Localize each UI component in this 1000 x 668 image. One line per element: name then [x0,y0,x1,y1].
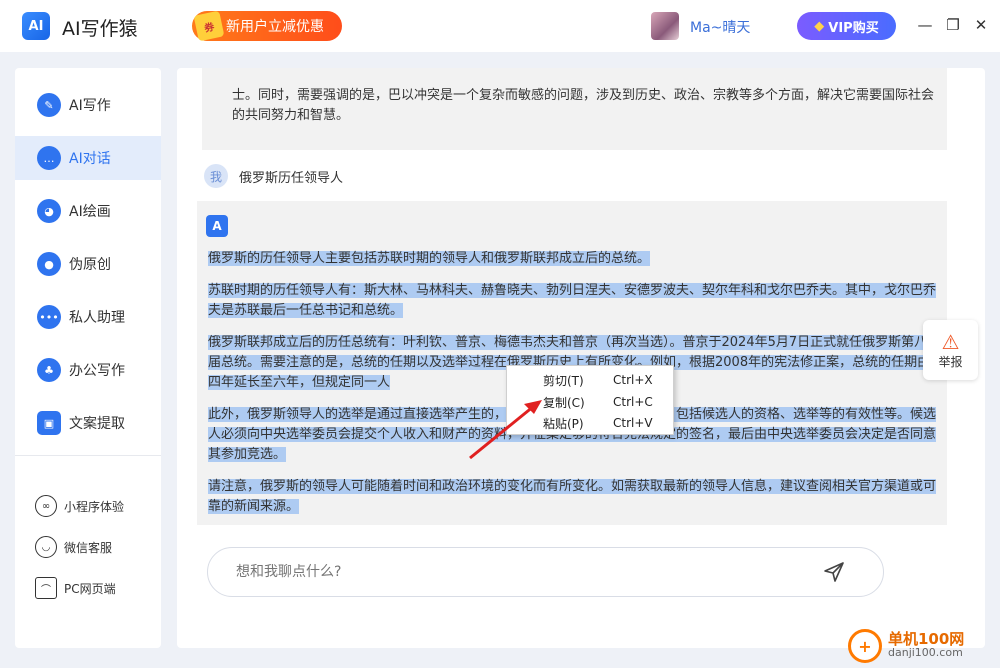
menu-item-shortcut: Ctrl+V [613,416,653,430]
app-title: AI写作猿 [62,18,138,40]
office-icon: ♣ [37,358,61,382]
menu-item-cut[interactable]: 剪切(T) Ctrl+X [507,369,673,391]
minimize-icon[interactable]: — [916,16,934,34]
menu-item-shortcut: Ctrl+C [613,395,653,409]
miniprogram-link[interactable]: ∞ 小程序体验 [35,493,124,519]
ai-avatar-icon: A [206,215,228,237]
bottom-label: 小程序体验 [64,499,125,514]
user-avatar[interactable] [651,12,679,40]
sidebar-item-label: AI绘画 [69,204,111,220]
sidebar-item-label: 办公写作 [69,363,125,379]
watermark-title: 单机100网 [888,630,965,648]
sidebar-item-ai-paint[interactable]: ◕ AI绘画 [15,189,161,233]
sidebar-divider [15,455,161,456]
sidebar-item-ai-chat[interactable]: … AI对话 [15,136,161,180]
assistant-icon: ••• [37,305,61,329]
wechat-service-icon: ◡ [35,536,57,558]
send-icon[interactable] [822,560,846,584]
promo-button[interactable]: 券 新用户立减优惠 [192,10,342,42]
user-message-avatar: 我 [204,164,228,188]
answer-paragraph: 请注意，俄罗斯的领导人可能随着时间和政治环境的变化而有所变化。如需获取最新的领导… [208,479,937,514]
sidebar-item-extract[interactable]: ▣ 文案提取 [15,401,161,445]
palette-icon: ◕ [37,199,61,223]
wechat-service-link[interactable]: ◡ 微信客服 [35,534,112,560]
report-button[interactable]: ⚠ 举报 [923,320,978,380]
answer-paragraph: 俄罗斯的历任领导人主要包括苏联时期的领导人和俄罗斯联邦成立后的总统。 [208,251,651,266]
bottom-label: PC网页端 [64,581,116,596]
chat-input[interactable] [207,547,884,597]
watermark-url: danji100.com [888,646,963,659]
user-message: 俄罗斯历任领导人 [239,170,344,186]
watermark-logo-icon: + [848,629,882,663]
miniprogram-icon: ∞ [35,495,57,517]
previous-answer-text: 士。同时，需要强调的是，巴以冲突是一个复杂而敏感的问题，涉及到历史、政治、宗教等… [232,88,935,123]
sidebar-item-label: 伪原创 [69,257,111,273]
ai-answer: A 俄罗斯的历任领导人主要包括苏联时期的领导人和俄罗斯联邦成立后的总统。 苏联时… [197,201,947,525]
coupon-icon: 券 [193,10,225,42]
previous-answer: 士。同时，需要强调的是，巴以冲突是一个复杂而敏感的问题，涉及到历史、政治、宗教等… [202,68,947,150]
sidebar-item-rewrite[interactable]: ● 伪原创 [15,242,161,286]
sidebar-item-ai-write[interactable]: ✎ AI写作 [15,83,161,127]
sidebar-item-assistant[interactable]: ••• 私人助理 [15,295,161,339]
title-bar: AI AI写作猿 券 新用户立减优惠 Ma~晴天 ◆ VIP购买 — ❐ ✕ [0,0,1000,52]
answer-paragraph: 苏联时期的历任领导人有：斯大林、马林科夫、赫鲁晓夫、勃列日涅夫、安德罗波夫、契尔… [208,283,937,318]
bottom-label: 微信客服 [64,540,113,555]
pen-icon: ✎ [37,93,61,117]
alarm-icon: ⚠ [941,329,960,354]
promo-label: 新用户立减优惠 [226,19,324,35]
menu-item-label: 剪切(T) [543,373,584,388]
app-logo-icon: AI [22,12,50,40]
report-label: 举报 [938,354,963,369]
extract-icon: ▣ [37,411,61,435]
maximize-icon[interactable]: ❐ [944,16,962,34]
watermark: + 单机100网 danji100.com [848,628,964,664]
pc-web-icon: ⌒ [35,577,57,599]
sidebar-item-label: AI写作 [69,98,111,114]
close-icon[interactable]: ✕ [972,16,990,34]
diamond-icon: ◆ [814,18,825,34]
sidebar: ✎ AI写作 … AI对话 ◕ AI绘画 ● 伪原创 ••• 私人助理 ♣ 办公… [15,68,161,648]
sidebar-item-label: 私人助理 [69,310,125,326]
vip-label: VIP购买 [828,20,879,36]
menu-item-shortcut: Ctrl+X [613,373,653,387]
chat-icon: … [37,146,61,170]
pc-web-link[interactable]: ⌒ PC网页端 [35,575,116,601]
sidebar-item-label: 文案提取 [69,416,125,432]
username[interactable]: Ma~晴天 [690,17,750,37]
user-message-row: 我 俄罗斯历任领导人 [204,164,343,188]
annotation-arrow-icon [469,400,542,460]
sidebar-item-office[interactable]: ♣ 办公写作 [15,348,161,392]
bulb-icon: ● [37,252,61,276]
sidebar-item-label: AI对话 [69,151,111,167]
vip-purchase-button[interactable]: ◆ VIP购买 [797,12,896,40]
